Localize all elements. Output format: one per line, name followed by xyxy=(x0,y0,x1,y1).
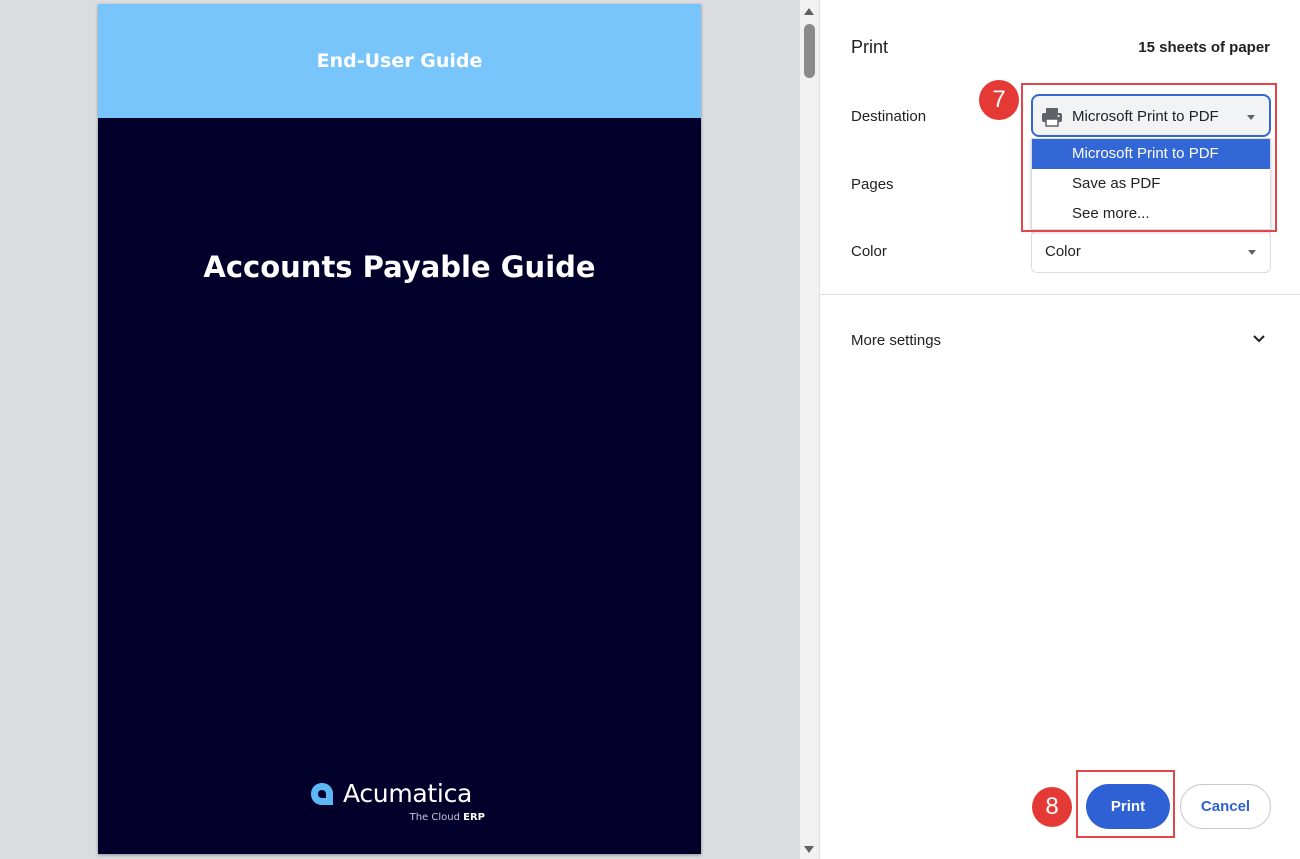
settings-divider xyxy=(820,294,1300,295)
chevron-down-icon xyxy=(1253,335,1265,343)
preview-page: End-User Guide Accounts Payable Guide Ac… xyxy=(98,4,701,854)
more-settings-toggle[interactable]: More settings xyxy=(820,320,1300,362)
panel-title: Print xyxy=(851,37,889,57)
color-label: Color xyxy=(851,243,887,260)
sheet-count: 15 sheets of paper xyxy=(1138,39,1270,56)
scroll-up-arrow-icon[interactable] xyxy=(804,8,814,15)
destination-label: Destination xyxy=(851,108,927,125)
scrollbar-thumb[interactable] xyxy=(804,24,815,78)
print-preview-area: End-User Guide Accounts Payable Guide Ac… xyxy=(0,0,800,859)
preview-scrollbar[interactable] xyxy=(800,0,819,859)
caret-down-icon xyxy=(1248,250,1256,255)
color-value: Color xyxy=(1045,243,1081,260)
acumatica-logo: Acumatica The Cloud ERP xyxy=(310,779,490,826)
logo-tagline-bold: ERP xyxy=(463,812,485,823)
cancel-button[interactable]: Cancel xyxy=(1180,784,1271,829)
logo-wordmark: Acumatica xyxy=(343,779,473,808)
color-select[interactable]: Color xyxy=(1031,230,1271,273)
document-title: Accounts Payable Guide xyxy=(203,250,596,284)
logo-tagline: The Cloud ERP xyxy=(410,812,485,823)
acumatica-logo-icon xyxy=(311,783,333,805)
callout-highlight-destination xyxy=(1021,83,1277,232)
more-settings-label: More settings xyxy=(851,332,942,349)
step-7-badge: 7 xyxy=(979,80,1019,120)
logo-tagline-prefix: The Cloud xyxy=(409,812,460,823)
scroll-down-arrow-icon[interactable] xyxy=(804,846,814,853)
pages-label: Pages xyxy=(851,176,894,193)
callout-highlight-print xyxy=(1076,770,1175,838)
page-header-band: End-User Guide xyxy=(98,4,701,118)
page-header-text: End-User Guide xyxy=(316,50,483,72)
step-8-badge: 8 xyxy=(1032,787,1072,827)
